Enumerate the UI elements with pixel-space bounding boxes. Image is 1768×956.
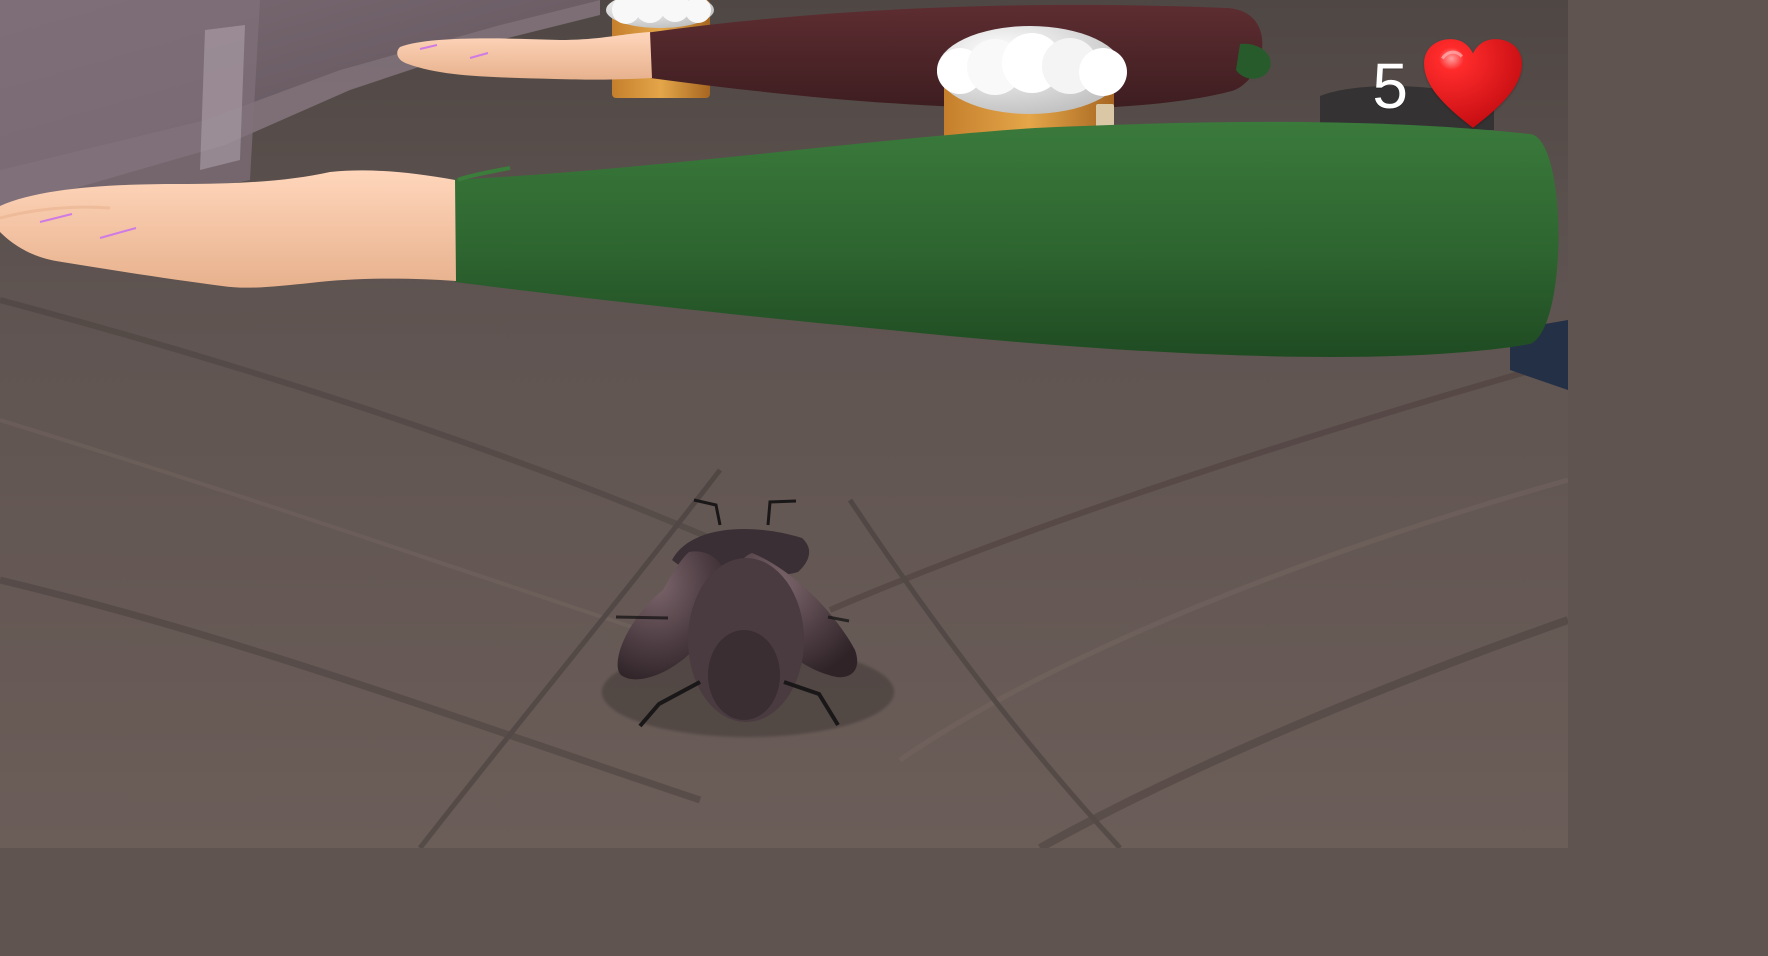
scene-render [0, 0, 1568, 848]
lives-count: 5 [1372, 50, 1408, 122]
game-viewport[interactable]: 5 [0, 0, 1568, 848]
heart-icon [1424, 39, 1522, 128]
lives-hud: 5 [1372, 38, 1524, 130]
beer-mug-near [937, 26, 1127, 142]
wall-edge [200, 25, 245, 170]
